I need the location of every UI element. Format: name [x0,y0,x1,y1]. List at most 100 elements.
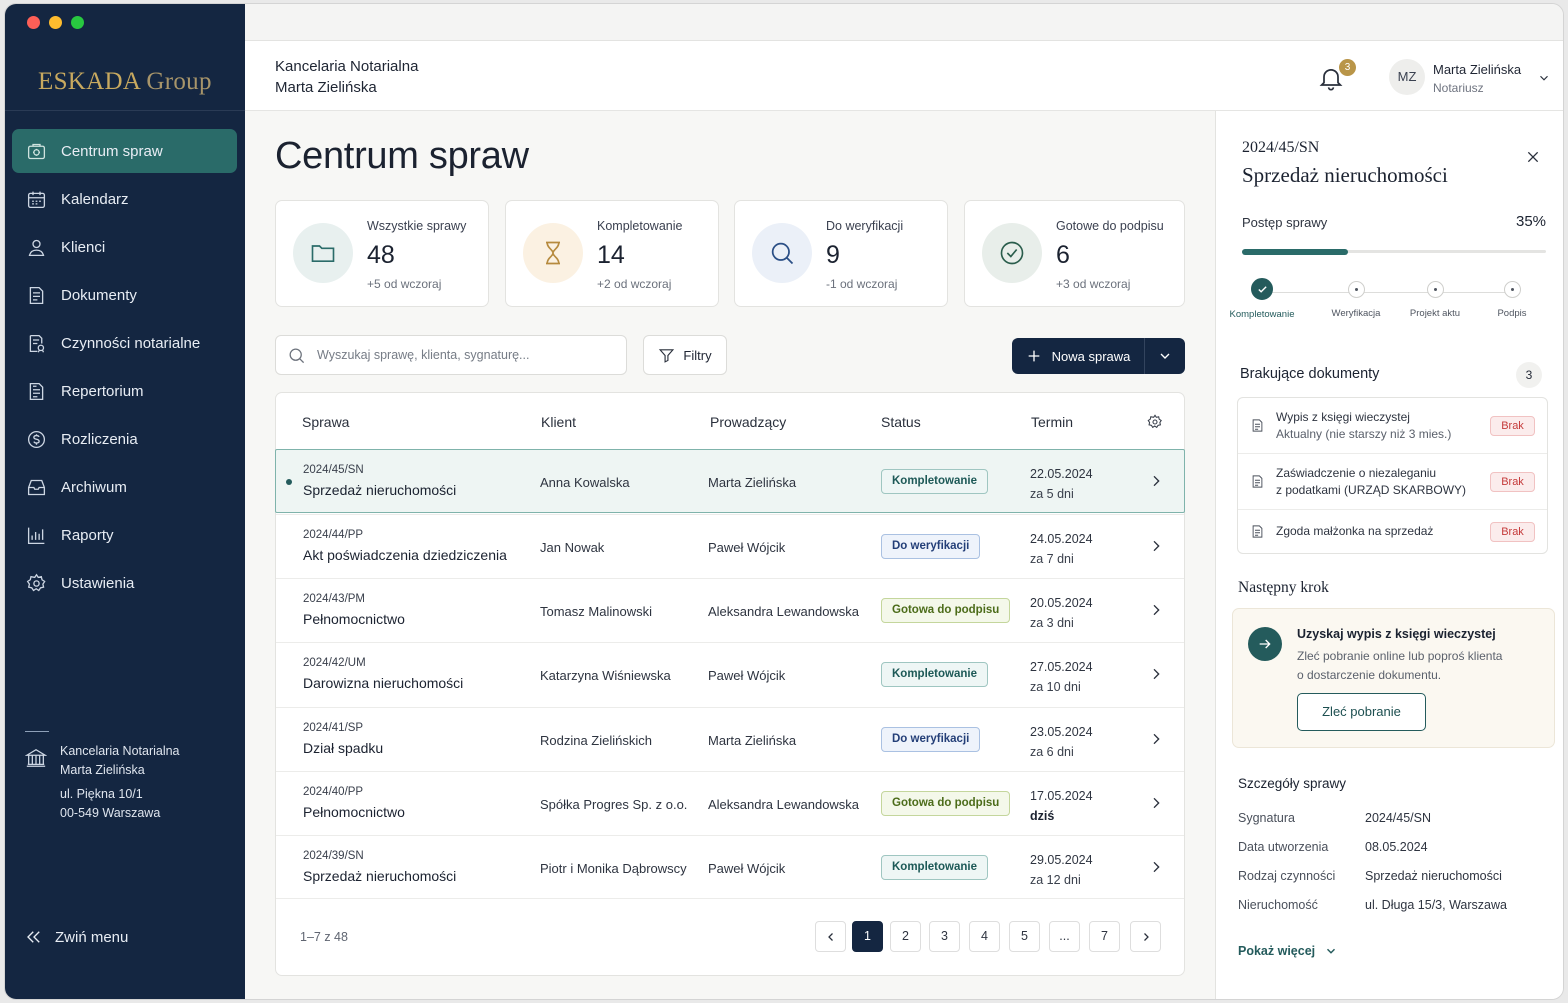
stat-card-weryfikacja[interactable]: Do weryfikacji 9 -1 od wczoraj [734,200,948,307]
table-row[interactable]: 2024/41/SP Dział spadku Rodzina Zielińsk… [276,707,1184,771]
pagination-page[interactable]: 3 [929,921,960,952]
new-case-dropdown[interactable] [1145,338,1185,374]
table-row[interactable]: 2024/40/PP Pełnomocnictwo Spółka Progres… [276,771,1184,835]
stat-card-kompletowanie[interactable]: Kompletowanie 14 +2 od wczoraj [505,200,719,307]
pagination-page[interactable]: 1 [852,921,883,952]
sidebar-item-dokumenty[interactable]: Dokumenty [12,273,237,317]
stat-icon-bg [293,223,353,283]
column-header[interactable]: Sprawa [302,414,349,430]
case-lead: Paweł Wójcik [708,668,786,683]
list-item[interactable]: Zaświadczenie o niezaleganiu z podatkami … [1238,453,1547,509]
stat-icon-bg [752,223,812,283]
stat-card-gotowe[interactable]: Gotowe do podpisu 6 +3 od wczoraj [964,200,1185,307]
sidebar-item-rozliczenia[interactable]: Rozliczenia [12,417,237,461]
detail-value: ul. Długa 15/3, Warszawa [1365,898,1507,912]
case-title: Sprzedaż nieruchomości [303,482,457,498]
case-client: Rodzina Zielińskich [540,733,652,748]
firm-name: Kancelaria Notarialna Marta Zielińska [275,56,418,98]
pagination-page[interactable]: 4 [969,921,1000,952]
chevron-down-icon[interactable] [1537,71,1551,85]
list-item[interactable]: Wypis z księgi wieczystej Aktualny (nie s… [1238,398,1547,453]
table-row[interactable]: 2024/42/UM Darowizna nieruchomości Katar… [276,642,1184,706]
sidebar-item-repertorium[interactable]: Repertorium [12,369,237,413]
billing-icon [27,430,46,448]
panel-title: Sprzedaż nieruchomości [1242,163,1448,187]
pagination-ellipsis: ... [1049,921,1080,952]
column-header[interactable]: Prowadzący [710,414,786,430]
column-header[interactable]: Status [881,414,921,430]
column-header[interactable]: Klient [541,414,576,430]
show-more-button[interactable]: Pokaż więcej [1238,944,1338,958]
stat-card-all[interactable]: Wszystkie sprawy 48 +5 od wczoraj [275,200,489,307]
stat-value: 9 [826,241,840,269]
case-lead: Paweł Wójcik [708,540,786,555]
sidebar-item-archiwum[interactable]: Archiwum [12,465,237,509]
register-icon [29,382,44,400]
chevron-right-icon [1153,475,1160,487]
check-circle-icon [1000,241,1024,265]
pagination-page[interactable]: 2 [890,921,921,952]
table-row[interactable]: 2024/45/SN Sprzedaż nieruchomości Anna K… [275,449,1185,513]
detail-key: Sygnatura [1238,811,1295,825]
case-client: Katarzyna Wiśniewska [540,668,671,683]
chevron-down-icon [1160,353,1170,359]
step-weryfikacja: Weryfikacja [1311,276,1401,319]
progress-label: Postęp sprawy [1242,215,1328,230]
order-download-button[interactable]: Zleć pobranie [1297,693,1426,731]
table-row[interactable]: 2024/39/SN Sprzedaż nieruchomości Piotr … [276,835,1184,899]
gear-icon[interactable] [1147,414,1163,430]
sidebar-item-klienci[interactable]: Klienci [12,225,237,269]
new-case-label: Nowa sprawa [1051,348,1131,364]
close-icon[interactable] [1525,149,1541,165]
sidebar-item-ustawienia[interactable]: Ustawienia [12,561,237,605]
user-menu[interactable]: Marta Zielińska Notariusz [1433,61,1521,97]
table-row[interactable]: 2024/43/PM Pełnomocnictwo Tomasz Malinow… [276,578,1184,642]
chevron-right-icon [1143,933,1149,941]
sidebar-item-centrum-spraw[interactable]: Centrum spraw [12,129,237,173]
new-case-button[interactable]: Nowa sprawa [1012,338,1144,374]
stat-value: 6 [1056,241,1070,269]
reports-icon [27,527,45,544]
archive-icon [27,479,46,495]
main-content: Centrum spraw Wszystkie sprawy 48 +5 od … [245,111,1215,999]
maximize-window-button[interactable] [71,16,84,29]
sidebar-item-raporty[interactable]: Raporty [12,513,237,557]
office-street: ul. Piękna 10/1 [60,787,143,801]
office-city: 00-549 Warszawa [60,806,161,820]
case-signature: 2024/39/SN [303,850,364,862]
doc-name: Zaświadczenie o niezaleganiu [1276,466,1437,480]
column-header[interactable]: Termin [1031,414,1073,430]
filters-button[interactable]: Filtry [643,335,727,375]
deadline-relative: za 10 dni [1030,680,1081,694]
detail-row: Sygnatura 2024/45/SN [1238,811,1548,825]
table-row[interactable]: 2024/44/PP Akt poświadczenia dziedziczen… [276,514,1184,578]
sidebar-item-kalendarz[interactable]: Kalendarz [12,177,237,221]
missing-docs-title: Brakujące dokumenty [1240,366,1380,382]
collapse-menu-button[interactable]: Zwiń menu [25,928,128,946]
case-signature: 2024/40/PP [303,786,364,798]
next-step-desc-1: Zleć pobranie online lub poproś klienta [1297,649,1503,663]
sidebar-item-label: Klienci [61,238,106,256]
check-icon [1258,286,1267,293]
stat-value: 14 [597,241,625,269]
logo[interactable]: ESKADA Group [38,68,212,96]
logo-sub: Group [139,68,212,95]
deadline-date: 20.05.2024 [1030,596,1093,610]
sidebar-item-label: Ustawienia [61,574,135,592]
pagination-page[interactable]: 5 [1009,921,1040,952]
close-window-button[interactable] [27,16,40,29]
detail-row: Data utworzenia 08.05.2024 [1238,840,1548,854]
pagination-prev[interactable] [815,921,846,952]
avatar[interactable]: MZ [1389,59,1425,95]
pagination-next[interactable] [1130,921,1161,952]
search-input[interactable]: Wyszukaj sprawę, klienta, sygnaturę... [275,335,627,375]
sidebar-item-czynnosci-notarialne[interactable]: Czynności notarialne [12,321,237,365]
minimize-window-button[interactable] [49,16,62,29]
status-badge: Kompletowanie [881,662,988,687]
list-item[interactable]: Zgoda małżonka na sprzedaż Brak [1238,509,1547,553]
case-lead: Marta Zielińska [708,733,797,748]
chevron-right-icon [1153,540,1160,552]
collapse-menu-label: Zwiń menu [55,928,129,946]
pagination-page[interactable]: 7 [1089,921,1120,952]
firm-line-1: Kancelaria Notarialna [275,58,419,75]
